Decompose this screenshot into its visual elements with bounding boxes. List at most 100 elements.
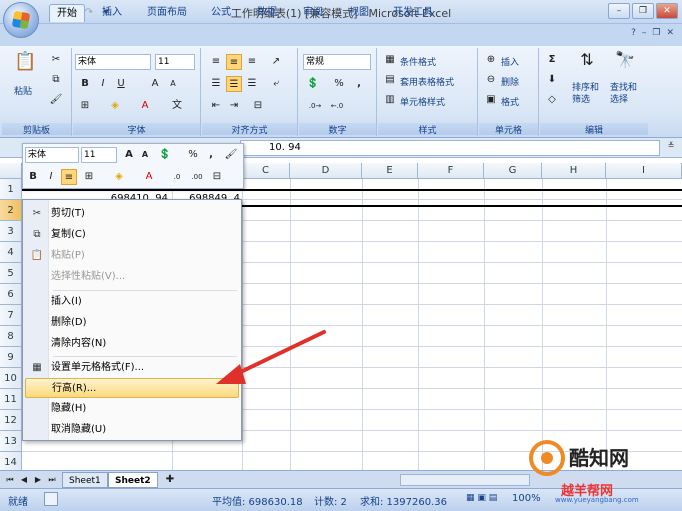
tab-review[interactable]: 审阅: [296, 4, 330, 22]
tab-insert[interactable]: 插入: [95, 4, 129, 22]
percent-button[interactable]: %: [331, 76, 347, 92]
mini-italic-icon[interactable]: I: [43, 169, 59, 185]
help-icon[interactable]: ?: [631, 28, 636, 38]
sort-filter-label-2[interactable]: 筛选: [572, 92, 590, 105]
italic-icon[interactable]: I: [95, 76, 111, 92]
select-all-corner[interactable]: [0, 163, 22, 179]
menu-cut[interactable]: ✂ 剪切(T): [25, 204, 239, 224]
align-center-icon[interactable]: ☰: [226, 76, 242, 92]
column-header-c[interactable]: C: [242, 163, 290, 179]
insert-cells-icon[interactable]: ⊕: [483, 52, 499, 68]
cell-styles-icon[interactable]: ▥: [382, 92, 398, 108]
row-header[interactable]: 6: [0, 284, 22, 305]
wrap-text-icon[interactable]: ⤶: [268, 76, 284, 92]
column-header-h[interactable]: H: [542, 163, 606, 179]
tab-page-layout[interactable]: 页面布局: [140, 4, 194, 22]
minimize-ribbon-icon[interactable]: –: [642, 28, 647, 38]
row-header[interactable]: 9: [0, 347, 22, 368]
align-bottom-icon[interactable]: ≡: [244, 54, 260, 70]
align-middle-icon[interactable]: ≡: [226, 54, 242, 70]
fill-color-icon[interactable]: ◈: [107, 98, 123, 114]
row-header[interactable]: 1: [0, 179, 22, 200]
mini-font-name[interactable]: 宋体: [25, 147, 79, 163]
conditional-format-button[interactable]: 条件格式: [400, 55, 436, 68]
format-painter-icon[interactable]: 🖌: [48, 92, 64, 108]
macro-record-icon[interactable]: [44, 492, 58, 506]
conditional-format-icon[interactable]: ▦: [382, 52, 398, 68]
align-right-icon[interactable]: ☰: [244, 76, 260, 92]
table-format-button[interactable]: 套用表格格式: [400, 75, 454, 88]
grow-font-icon[interactable]: A: [147, 76, 163, 92]
merge-center-icon[interactable]: ⊟: [250, 98, 266, 114]
shrink-font-icon[interactable]: A: [165, 76, 181, 92]
paste-icon[interactable]: 📋: [14, 53, 36, 80]
column-header-d[interactable]: D: [290, 163, 362, 179]
clear-icon[interactable]: ◇: [544, 92, 560, 108]
font-name-select[interactable]: 宋体: [75, 54, 151, 70]
row-header[interactable]: 11: [0, 389, 22, 410]
close-button[interactable]: ✕: [656, 3, 678, 19]
row-header[interactable]: 2: [0, 200, 22, 221]
comma-button[interactable]: ,: [351, 76, 367, 92]
mini-percent-button[interactable]: %: [185, 147, 201, 163]
office-button[interactable]: [3, 2, 39, 38]
tab-home[interactable]: 开始: [49, 4, 85, 22]
autosum-icon[interactable]: Σ: [544, 52, 560, 68]
restore-workbook-icon[interactable]: ❐: [652, 28, 660, 38]
menu-hide[interactable]: 隐藏(H): [25, 399, 239, 419]
sheet-tab-sheet1[interactable]: Sheet1: [62, 472, 108, 488]
row-header[interactable]: 4: [0, 242, 22, 263]
find-select-icon[interactable]: 🔭: [614, 52, 636, 74]
view-buttons-icon[interactable]: ▦ ▣ ▤: [466, 493, 497, 503]
mini-borders-icon[interactable]: ⊞: [81, 169, 97, 185]
close-workbook-icon[interactable]: ✕: [666, 28, 674, 38]
mini-font-size[interactable]: 11: [81, 147, 117, 163]
minimize-button[interactable]: –: [608, 3, 630, 19]
insert-cells-button[interactable]: 插入: [501, 55, 519, 68]
decrease-indent-icon[interactable]: ⇤: [208, 98, 224, 114]
decrease-decimal-icon[interactable]: ←.0: [329, 98, 345, 114]
menu-copy[interactable]: ⧉ 复制(C): [25, 225, 239, 245]
mini-font-color-icon[interactable]: A: [141, 169, 157, 185]
restore-button[interactable]: ❐: [632, 3, 654, 19]
delete-cells-icon[interactable]: ⊖: [483, 72, 499, 88]
row-header[interactable]: 12: [0, 410, 22, 431]
cut-icon[interactable]: ✂: [48, 52, 64, 68]
cell-styles-button[interactable]: 单元格样式: [400, 95, 445, 108]
column-header-i[interactable]: I: [606, 163, 682, 179]
row-header[interactable]: 7: [0, 305, 22, 326]
format-cells-icon[interactable]: ▣: [483, 92, 499, 108]
mini-grow-font-icon[interactable]: A: [121, 147, 137, 163]
formula-input[interactable]: 10. 94: [240, 140, 660, 156]
tab-formulas[interactable]: 公式: [204, 4, 238, 22]
align-top-icon[interactable]: ≡: [208, 54, 224, 70]
mini-merge-icon[interactable]: ⊟: [209, 169, 225, 185]
align-left-icon[interactable]: ☰: [208, 76, 224, 92]
paste-label[interactable]: 粘贴: [14, 84, 32, 97]
fill-icon[interactable]: ⬇: [544, 72, 560, 88]
find-select-label-2[interactable]: 选择: [610, 92, 628, 105]
number-format-select[interactable]: 常规: [303, 54, 371, 70]
row-header[interactable]: 10: [0, 368, 22, 389]
underline-icon[interactable]: U: [113, 76, 129, 92]
column-header-g[interactable]: G: [484, 163, 542, 179]
borders-icon[interactable]: ⊞: [77, 98, 93, 114]
copy-icon[interactable]: ⧉: [48, 72, 64, 88]
font-color-icon[interactable]: A: [137, 98, 153, 114]
bold-icon[interactable]: B: [77, 76, 93, 92]
tab-developer[interactable]: 开发工具: [386, 4, 440, 22]
menu-unhide[interactable]: 取消隐藏(U): [25, 420, 239, 440]
insert-sheet-icon[interactable]: ✚: [162, 472, 178, 488]
last-sheet-icon[interactable]: ⏭: [44, 472, 60, 488]
format-cells-button[interactable]: 格式: [501, 95, 519, 108]
mini-format-painter-icon[interactable]: 🖌: [223, 147, 239, 163]
orientation-icon[interactable]: ↗: [268, 54, 284, 70]
mini-bold-icon[interactable]: B: [25, 169, 41, 185]
currency-icon[interactable]: 💲: [305, 76, 321, 92]
mini-fill-color-icon[interactable]: ◈: [111, 169, 127, 185]
sheet-tab-sheet2[interactable]: Sheet2: [108, 472, 158, 488]
row-header[interactable]: 3: [0, 221, 22, 242]
mini-currency-icon[interactable]: 💲: [157, 147, 173, 163]
increase-indent-icon[interactable]: ⇥: [226, 98, 242, 114]
delete-cells-button[interactable]: 删除: [501, 75, 519, 88]
